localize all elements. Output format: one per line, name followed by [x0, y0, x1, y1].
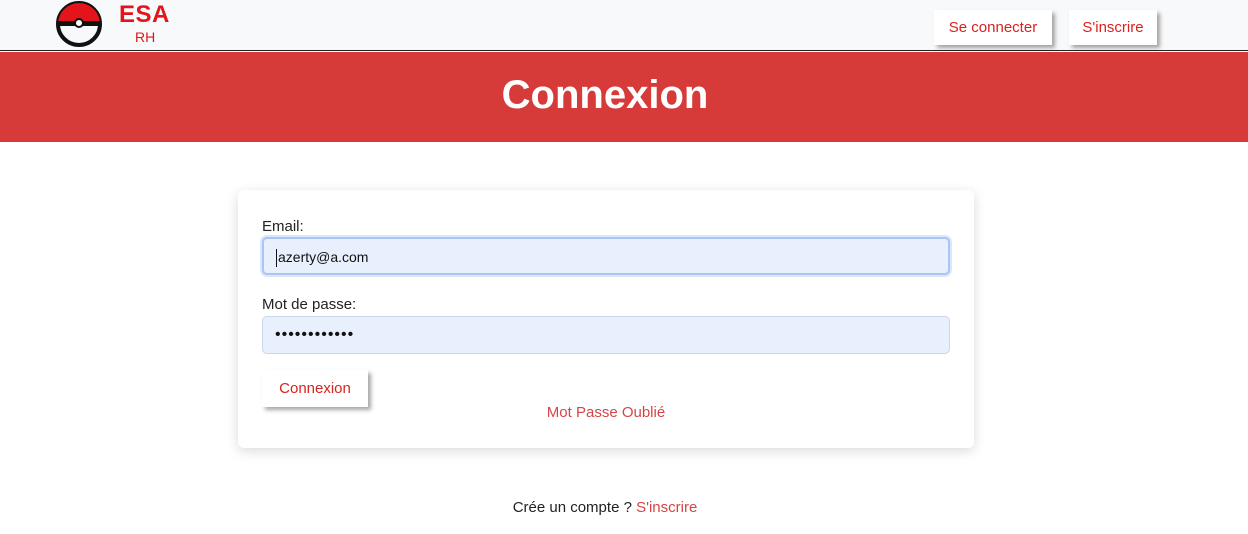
- email-label: Email:: [262, 218, 304, 235]
- forgot-password-link[interactable]: Mot Passe Oublié: [238, 404, 974, 422]
- login-form-card: Email: azerty@a.com Mot de passe: ••••••…: [238, 190, 974, 448]
- password-value: ••••••••••••: [275, 326, 355, 343]
- signup-prompt-text: Crée un compte ?: [512, 499, 632, 516]
- signup-prompt: Crée un compte ? S'inscrire: [0, 499, 1210, 517]
- password-field[interactable]: ••••••••••••: [262, 316, 950, 354]
- brand-name: ESA: [119, 1, 170, 28]
- brand-subtitle: RH: [135, 29, 156, 45]
- page-title: Connexion: [501, 73, 709, 117]
- text-caret: [276, 249, 277, 268]
- nav-login-button[interactable]: Se connecter: [934, 10, 1052, 45]
- navbar: ESA RH Se connecter S'inscrire: [0, 0, 1248, 51]
- esa-logo-icon: [56, 1, 102, 47]
- email-field[interactable]: azerty@a.com: [262, 237, 950, 275]
- footer-signup-link[interactable]: S'inscrire: [636, 499, 697, 516]
- password-label: Mot de passe:: [262, 296, 357, 313]
- nav-signup-button[interactable]: S'inscrire: [1069, 10, 1157, 45]
- brand-logo[interactable]: ESA RH: [55, 0, 175, 48]
- page-banner: Connexion: [0, 52, 1248, 142]
- login-submit-button[interactable]: Connexion: [262, 370, 368, 407]
- email-value: azerty@a.com: [278, 249, 369, 265]
